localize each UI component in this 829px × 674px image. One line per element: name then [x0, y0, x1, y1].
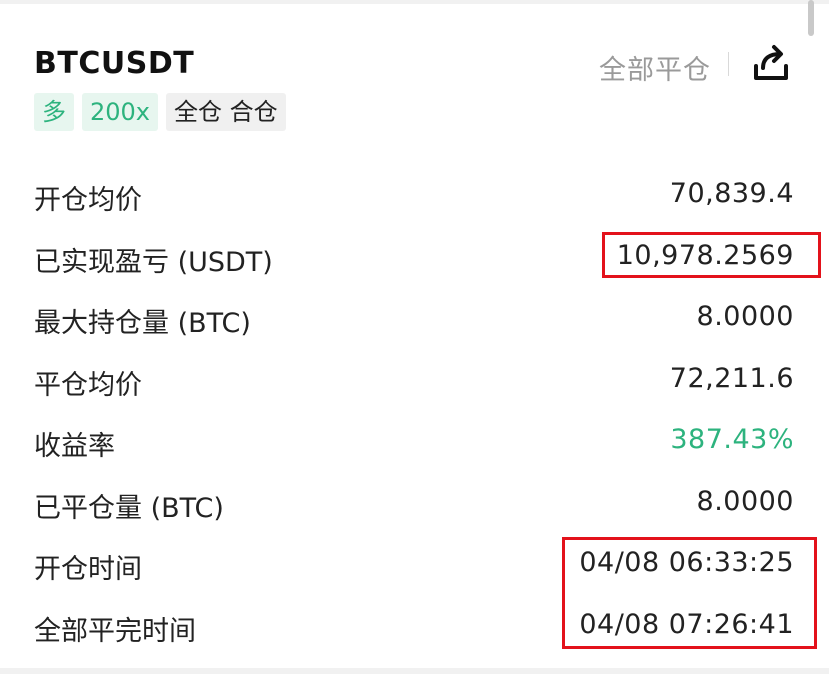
detail-label: 已实现盈亏 (USDT)	[34, 246, 273, 278]
direction-tag: 多	[34, 93, 74, 131]
symbol-title: BTCUSDT	[34, 46, 195, 81]
detail-value: 70,839.4	[669, 178, 794, 209]
detail-label: 收益率	[34, 431, 115, 462]
detail-label: 最大持仓量 (BTC)	[34, 308, 251, 339]
detail-value: 8.0000	[696, 301, 794, 332]
highlight-box-times	[562, 537, 817, 649]
leverage-tag: 200x	[82, 93, 159, 131]
detail-row-closed-amount: 已平仓量 (BTC) 8.0000	[34, 478, 794, 540]
detail-row-open-avg-price: 开仓均价 70,839.4	[34, 170, 794, 232]
detail-row-max-position: 最大持仓量 (BTC) 8.0000	[34, 293, 794, 355]
scrollbar[interactable]	[808, 0, 814, 36]
position-tags: 多 200x 全仓 合仓	[34, 93, 286, 131]
highlight-box-pnl	[602, 232, 821, 278]
header-separator	[728, 52, 729, 76]
detail-row-roi: 收益率 387.43%	[34, 416, 794, 478]
detail-value: 387.43%	[670, 424, 794, 455]
margin-mode-tag: 全仓 合仓	[166, 93, 286, 131]
detail-label: 已平仓量 (BTC)	[34, 492, 224, 524]
detail-value: 8.0000	[696, 485, 794, 517]
detail-label: 开仓时间	[34, 554, 142, 585]
detail-row-close-avg-price: 平仓均价 72,211.6	[34, 355, 794, 417]
detail-label: 平仓均价	[34, 369, 142, 401]
detail-label: 开仓均价	[34, 185, 142, 216]
detail-value: 72,211.6	[669, 362, 794, 394]
share-icon[interactable]	[750, 44, 794, 84]
close-all-button[interactable]: 全部平仓	[599, 48, 711, 87]
detail-label: 全部平完时间	[34, 615, 196, 647]
